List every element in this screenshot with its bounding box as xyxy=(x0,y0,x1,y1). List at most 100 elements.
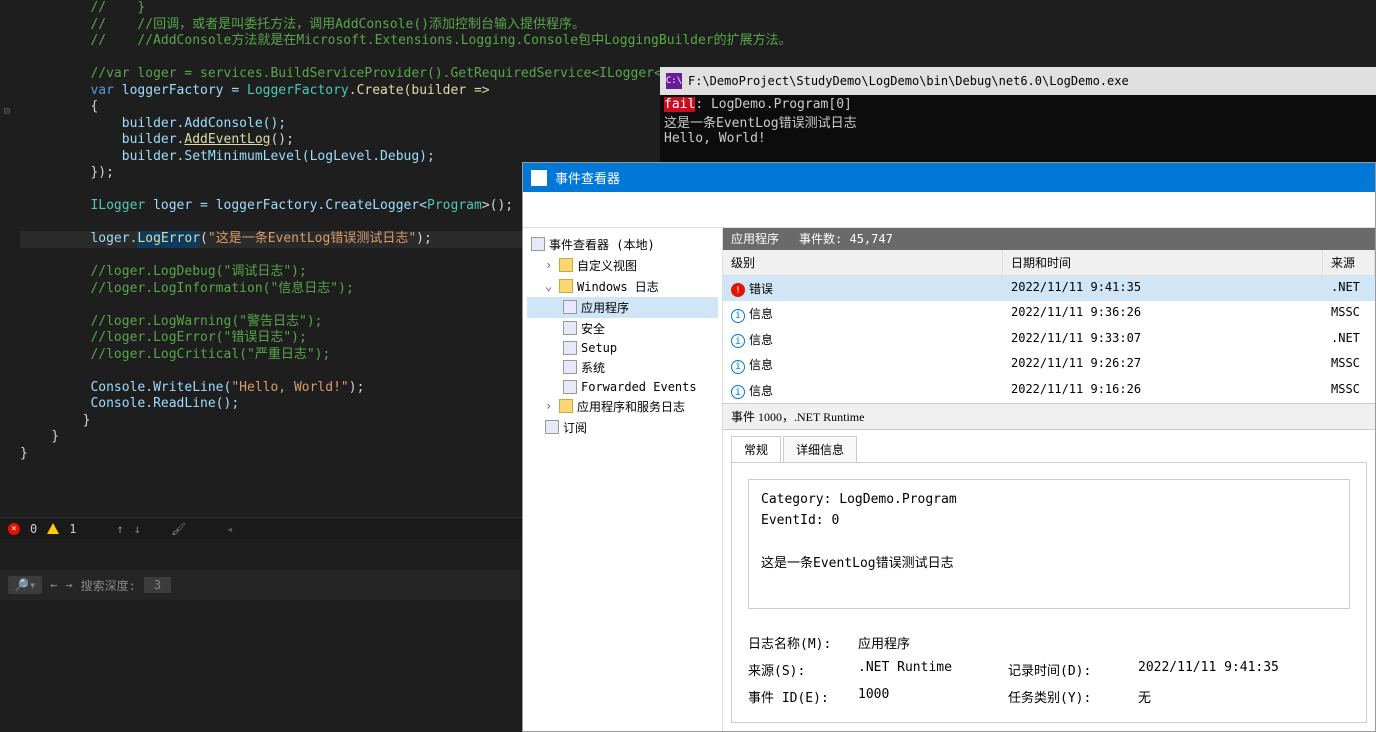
warnings-icon[interactable] xyxy=(47,523,59,534)
nav-up-icon[interactable]: ↑ xyxy=(116,522,123,536)
code-class: ILogger xyxy=(90,198,145,213)
console-app-icon: C:\ xyxy=(666,73,682,89)
tab-general[interactable]: 常规 xyxy=(731,436,781,462)
tree-application[interactable]: 应用程序 xyxy=(527,297,718,318)
brush-icon[interactable]: 🖌 xyxy=(171,522,186,536)
event-viewer-main: 应用程序 事件数: 45,747 级别 日期和时间 来源 !错误2022/11/… xyxy=(723,228,1375,732)
log-icon xyxy=(563,360,577,374)
console-line: 这是一条EventLog错误测试日志 xyxy=(664,112,1372,131)
log-icon xyxy=(563,341,577,355)
tree-label: Forwarded Events xyxy=(581,380,697,394)
arrow-left-icon[interactable]: ← xyxy=(50,578,57,592)
level-icon: i xyxy=(731,334,745,348)
log-icon xyxy=(531,237,545,251)
tree-system[interactable]: 系统 xyxy=(527,357,718,378)
code-comment: // //回调，或者是叫委托方法，调用AddConsole()添加控制台输入提供… xyxy=(90,17,585,32)
code-punct: ); xyxy=(416,231,432,246)
code-punct: (); xyxy=(270,132,293,147)
code-punct: >(); xyxy=(482,198,513,213)
tree-label: 应用程序 xyxy=(581,299,629,316)
col-source[interactable]: 来源 xyxy=(1323,250,1375,275)
event-eventid: EventId: 0 xyxy=(761,513,1337,528)
code-brace: } xyxy=(20,429,59,444)
tree-app-services[interactable]: › 应用程序和服务日志 xyxy=(527,396,718,417)
events-count-label: 事件数: xyxy=(799,232,842,246)
search-depth-value[interactable]: 3 xyxy=(144,577,171,593)
log-icon xyxy=(563,321,577,335)
code-comment: // } xyxy=(90,0,145,15)
event-viewer-title: 事件查看器 xyxy=(555,168,620,187)
chevron-right-icon[interactable]: › xyxy=(545,258,555,272)
events-grid[interactable]: 级别 日期和时间 来源 !错误2022/11/11 9:41:35.NETi信息… xyxy=(723,250,1375,404)
code-method-highlight: LogError xyxy=(137,231,200,248)
errors-count: 0 xyxy=(30,522,37,536)
event-row[interactable]: i信息2022/11/11 9:16:26MSSC xyxy=(723,378,1375,404)
code-brace: }); xyxy=(90,165,113,180)
event-viewer-tree[interactable]: 事件查看器 (本地) › 自定义视图 ⌄ Windows 日志 应用程序 安全 Se… xyxy=(523,228,723,732)
code-brace: } xyxy=(20,446,28,461)
events-log-name: 应用程序 xyxy=(731,230,779,247)
code-punct: ( xyxy=(200,231,208,246)
tab-details[interactable]: 详细信息 xyxy=(783,436,857,462)
events-count: 45,747 xyxy=(849,232,892,246)
tree-subscriptions[interactable]: 订阅 xyxy=(527,417,718,438)
folder-icon xyxy=(559,258,573,272)
meta-logged-label: 记录时间(D): xyxy=(1008,660,1138,679)
code-comment: // //AddConsole方法就是在Microsoft.Extensions… xyxy=(90,33,791,48)
errors-icon[interactable]: × xyxy=(8,523,20,535)
tree-custom-views[interactable]: › 自定义视图 xyxy=(527,255,718,276)
code-call: builder.SetMinimumLevel(LogLevel.Debug); xyxy=(90,149,434,164)
chevron-left-icon[interactable]: ◂ xyxy=(226,522,233,536)
warnings-count: 1 xyxy=(69,522,76,536)
col-date[interactable]: 日期和时间 xyxy=(1003,250,1323,275)
code-comment: //loger.LogDebug("调试日志"); xyxy=(90,264,306,279)
code-string: "这是一条EventLog错误测试日志" xyxy=(208,231,416,246)
folder-icon xyxy=(559,399,573,413)
event-row[interactable]: i信息2022/11/11 9:36:26MSSC xyxy=(723,301,1375,327)
tree-security[interactable]: 安全 xyxy=(527,318,718,339)
event-row[interactable]: !错误2022/11/11 9:41:35.NET xyxy=(723,276,1375,302)
event-viewer-titlebar[interactable]: 事件查看器 xyxy=(523,163,1375,192)
collapse-marker[interactable]: ⊟ xyxy=(4,104,10,121)
tree-forwarded[interactable]: Forwarded Events xyxy=(527,378,718,396)
code-brace: } xyxy=(83,413,91,428)
grid-header[interactable]: 级别 日期和时间 来源 xyxy=(723,250,1375,276)
tree-label: Windows 日志 xyxy=(577,278,659,295)
console-output[interactable]: fail: LogDemo.Program[0] 这是一条EventLog错误测… xyxy=(660,95,1376,148)
console-window: C:\ F:\DemoProject\StudyDemo\LogDemo\bin… xyxy=(660,67,1376,162)
log-icon xyxy=(563,380,577,394)
search-icon[interactable]: 🔎▾ xyxy=(8,576,42,594)
meta-logged-value: 2022/11/11 9:41:35 xyxy=(1138,660,1350,679)
search-depth-label: 搜索深度: xyxy=(81,577,136,594)
code-ident: builder. xyxy=(90,132,184,147)
meta-taskcat-value: 无 xyxy=(1138,687,1350,706)
tree-label: 安全 xyxy=(581,320,605,337)
arrow-right-icon[interactable]: → xyxy=(65,578,72,592)
event-message: 这是一条EventLog错误测试日志 xyxy=(761,552,1337,571)
meta-eventid-value: 1000 xyxy=(858,687,1008,706)
event-detail-title: 事件 1000，.NET Runtime xyxy=(723,403,1375,430)
tree-root[interactable]: 事件查看器 (本地) xyxy=(527,234,718,255)
event-row[interactable]: i信息2022/11/11 9:33:07.NET xyxy=(723,327,1375,353)
tree-windows-logs[interactable]: ⌄ Windows 日志 xyxy=(527,276,718,297)
event-row[interactable]: i信息2022/11/11 9:26:27MSSC xyxy=(723,352,1375,378)
tree-label: 自定义视图 xyxy=(577,257,637,274)
tree-label: 事件查看器 (本地) xyxy=(549,236,655,253)
nav-down-icon[interactable]: ↓ xyxy=(134,522,141,536)
chevron-down-icon[interactable]: ⌄ xyxy=(545,279,555,293)
tree-setup[interactable]: Setup xyxy=(527,339,718,357)
level-icon: i xyxy=(731,360,745,374)
code-comment: //loger.LogError("错误日志"); xyxy=(90,330,306,345)
code-method: .Create(builder => xyxy=(349,83,490,98)
event-viewer-icon xyxy=(531,170,547,186)
console-title: F:\DemoProject\StudyDemo\LogDemo\bin\Deb… xyxy=(688,74,1129,88)
code-brace: { xyxy=(90,99,98,114)
code-ident: loggerFactory = xyxy=(114,83,247,98)
tree-label: 订阅 xyxy=(563,419,587,436)
event-message-box[interactable]: Category: LogDemo.Program EventId: 0 这是一… xyxy=(748,479,1350,609)
tree-label: 应用程序和服务日志 xyxy=(577,398,685,415)
col-level[interactable]: 级别 xyxy=(723,250,1003,275)
chevron-right-icon[interactable]: › xyxy=(545,399,555,413)
code-call: builder.AddConsole(); xyxy=(90,116,286,131)
console-titlebar[interactable]: C:\ F:\DemoProject\StudyDemo\LogDemo\bin… xyxy=(660,67,1376,95)
